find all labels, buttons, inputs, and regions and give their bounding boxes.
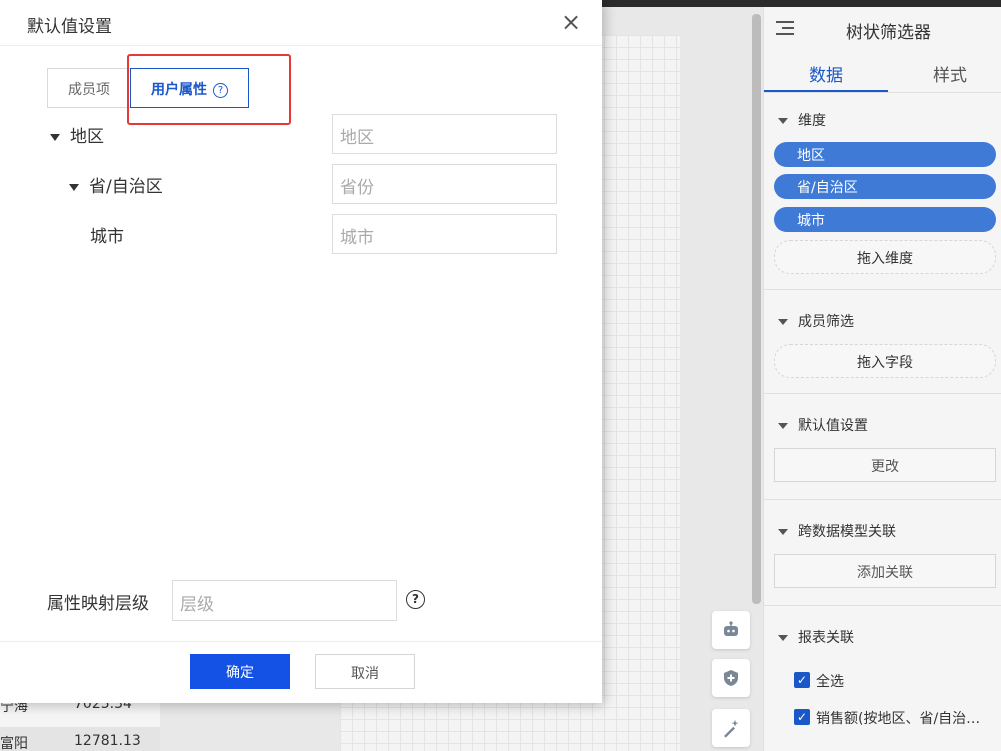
confirm-button[interactable]: 确定 <box>190 654 290 689</box>
caret-down-icon <box>778 319 788 325</box>
tree-node-province[interactable]: 省/自治区 <box>69 172 163 197</box>
table-row[interactable]: 富阳 12781.13 <box>0 727 160 751</box>
robot-assistant-button[interactable] <box>712 611 750 649</box>
active-tab-indicator <box>764 90 888 92</box>
robot-icon <box>724 621 738 636</box>
province-attribute-input[interactable]: 省份 <box>332 164 557 204</box>
close-icon[interactable]: × <box>560 10 582 34</box>
collapse-menu-icon[interactable] <box>776 21 794 37</box>
tree-node-region[interactable]: 地区 <box>50 122 104 147</box>
drop-field-zone[interactable]: 拖入字段 <box>774 344 996 378</box>
help-icon[interactable]: ? <box>406 590 425 609</box>
divider <box>764 289 1001 290</box>
panel-title: 树状筛选器 <box>846 23 931 43</box>
section-default-value-header[interactable]: 默认值设置 <box>778 415 868 435</box>
dialog-title: 默认值设置 <box>27 17 112 37</box>
tab-member-items[interactable]: 成员项 <box>47 68 131 108</box>
caret-down-icon <box>778 635 788 641</box>
change-default-button[interactable]: 更改 <box>774 448 996 482</box>
divider <box>764 499 1001 500</box>
highlight-box <box>127 54 291 125</box>
select-all-checkbox[interactable]: ✓ <box>794 672 810 688</box>
default-value-dialog: 默认值设置 × 成员项 用户属性? 地区 地区 省/自治区 省份 城市 城市 属… <box>0 0 602 703</box>
city-attribute-input[interactable]: 城市 <box>332 214 557 254</box>
dimension-chip[interactable]: 地区 <box>774 142 996 167</box>
divider <box>0 45 602 46</box>
cell-name: 富阳 <box>0 736 28 751</box>
section-title: 成员筛选 <box>798 314 854 330</box>
dimension-chip[interactable]: 省/自治区 <box>774 174 996 199</box>
divider <box>764 393 1001 394</box>
caret-down-icon <box>778 423 788 429</box>
shield-add-button[interactable] <box>712 659 750 697</box>
canvas-scrollbar[interactable] <box>752 14 761 604</box>
tree-node-city[interactable]: 城市 <box>90 222 124 247</box>
section-dimension-header[interactable]: 维度 <box>778 110 826 130</box>
section-title: 报表关联 <box>798 630 854 646</box>
section-cross-model-header[interactable]: 跨数据模型关联 <box>778 521 896 541</box>
section-member-filter-header[interactable]: 成员筛选 <box>778 311 854 331</box>
level-select[interactable]: 层级 <box>172 580 397 621</box>
tab-style[interactable]: 样式 <box>933 61 967 86</box>
magic-wand-button[interactable] <box>712 709 750 747</box>
cancel-button[interactable]: 取消 <box>315 654 415 689</box>
panel-tabs: 数据 样式 <box>764 51 1001 93</box>
caret-down-icon <box>50 133 60 141</box>
region-attribute-input[interactable]: 地区 <box>332 114 557 154</box>
dimension-chip[interactable]: 城市 <box>774 207 996 232</box>
section-title: 默认值设置 <box>798 418 868 434</box>
drop-dimension-zone[interactable]: 拖入维度 <box>774 240 996 274</box>
divider <box>764 605 1001 606</box>
magic-wand-icon <box>724 720 739 738</box>
tree-filter-panel: 树状筛选器 数据 样式 维度 地区 省/自治区 城市 拖入维度 成员筛选 拖入字… <box>763 7 1001 751</box>
tree-node-label: 城市 <box>90 227 124 247</box>
add-link-button[interactable]: 添加关联 <box>774 554 996 588</box>
caret-down-icon <box>778 118 788 124</box>
panel-header: 树状筛选器 <box>764 7 1001 51</box>
checkbox-label: 全选 <box>816 674 844 690</box>
tree-node-label: 省/自治区 <box>89 177 163 197</box>
tree-node-label: 地区 <box>70 127 104 147</box>
caret-down-icon <box>778 529 788 535</box>
level-mapping-label: 属性映射层级 <box>47 594 149 614</box>
tab-data[interactable]: 数据 <box>809 61 843 86</box>
section-title: 跨数据模型关联 <box>798 524 896 540</box>
shield-plus-icon <box>724 670 738 686</box>
section-report-link-header[interactable]: 报表关联 <box>778 627 854 647</box>
caret-down-icon <box>69 183 79 191</box>
report-checkbox[interactable]: ✓ <box>794 709 810 725</box>
divider <box>0 641 602 642</box>
checkbox-label: 销售额(按地区、省/自治… <box>816 711 981 727</box>
cell-value: 12781.13 <box>74 733 141 749</box>
section-title: 维度 <box>798 113 826 129</box>
